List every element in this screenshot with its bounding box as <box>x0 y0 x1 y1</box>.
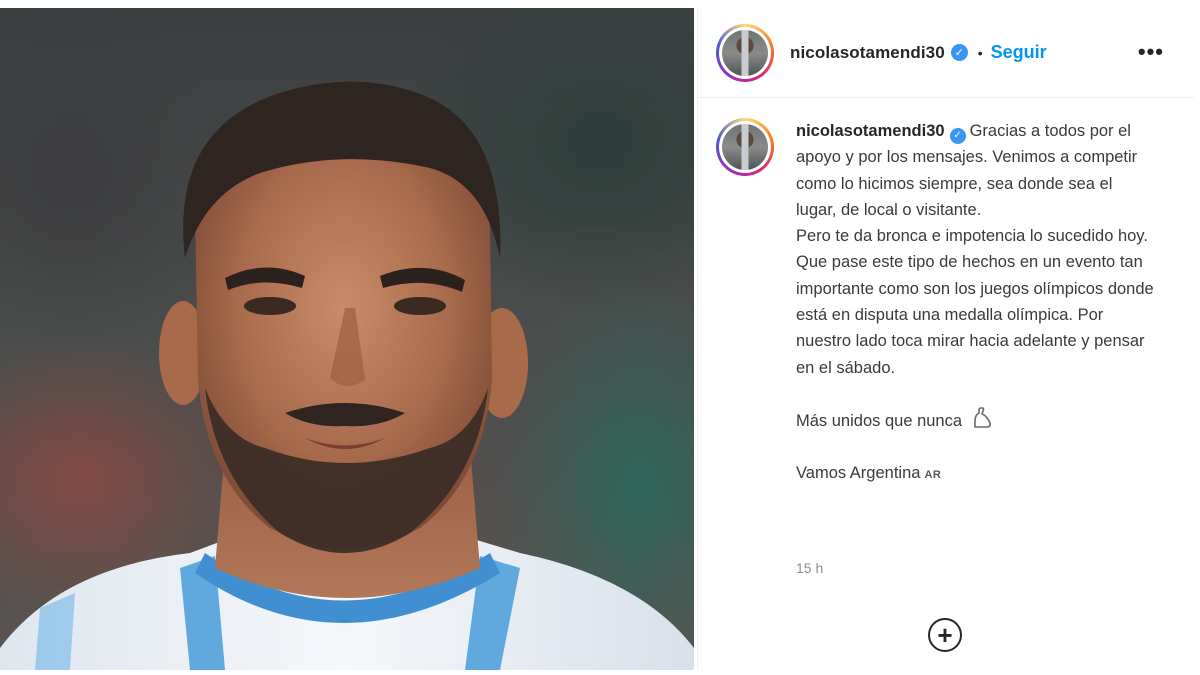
profile-avatar[interactable] <box>716 23 774 82</box>
verified-badge-icon: ✓ <box>949 128 966 145</box>
post-panel: nicolasotamendi30 ✓ • Seguir ••• nicolas… <box>697 8 1194 670</box>
follow-button[interactable]: Seguir <box>991 42 1047 63</box>
caption-avatar[interactable] <box>716 118 774 176</box>
add-circle-icon[interactable]: + <box>928 618 962 652</box>
verified-badge-icon: ✓ <box>950 44 968 61</box>
player-portrait <box>0 81 694 670</box>
argentina-flag-text: AR <box>924 469 942 482</box>
caption-paragraph-2: Pero te da bronca e impotencia lo sucedi… <box>796 227 1154 377</box>
caption-text: nicolasotamendi30 ✓ Gracias a todos por el… <box>796 118 1156 489</box>
caption-paragraph-3: Más unidos que nunca <box>796 411 963 430</box>
post-header: nicolasotamendi30 ✓ • Seguir ••• <box>698 8 1194 98</box>
separator-dot: • <box>977 44 983 61</box>
caption-area: nicolasotamendi30 ✓ Gracias a todos por el… <box>698 98 1194 489</box>
post-photo[interactable] <box>0 8 694 670</box>
header-username[interactable]: nicolasotamendi30 <box>790 43 945 63</box>
flexed-biceps-icon <box>973 407 991 428</box>
post-timestamp[interactable]: 15 h <box>796 560 823 576</box>
caption-username[interactable]: nicolasotamendi30 <box>796 122 945 140</box>
caption-paragraph-4: Vamos Argentina <box>796 464 921 483</box>
more-options-icon[interactable]: ••• <box>1138 41 1164 63</box>
